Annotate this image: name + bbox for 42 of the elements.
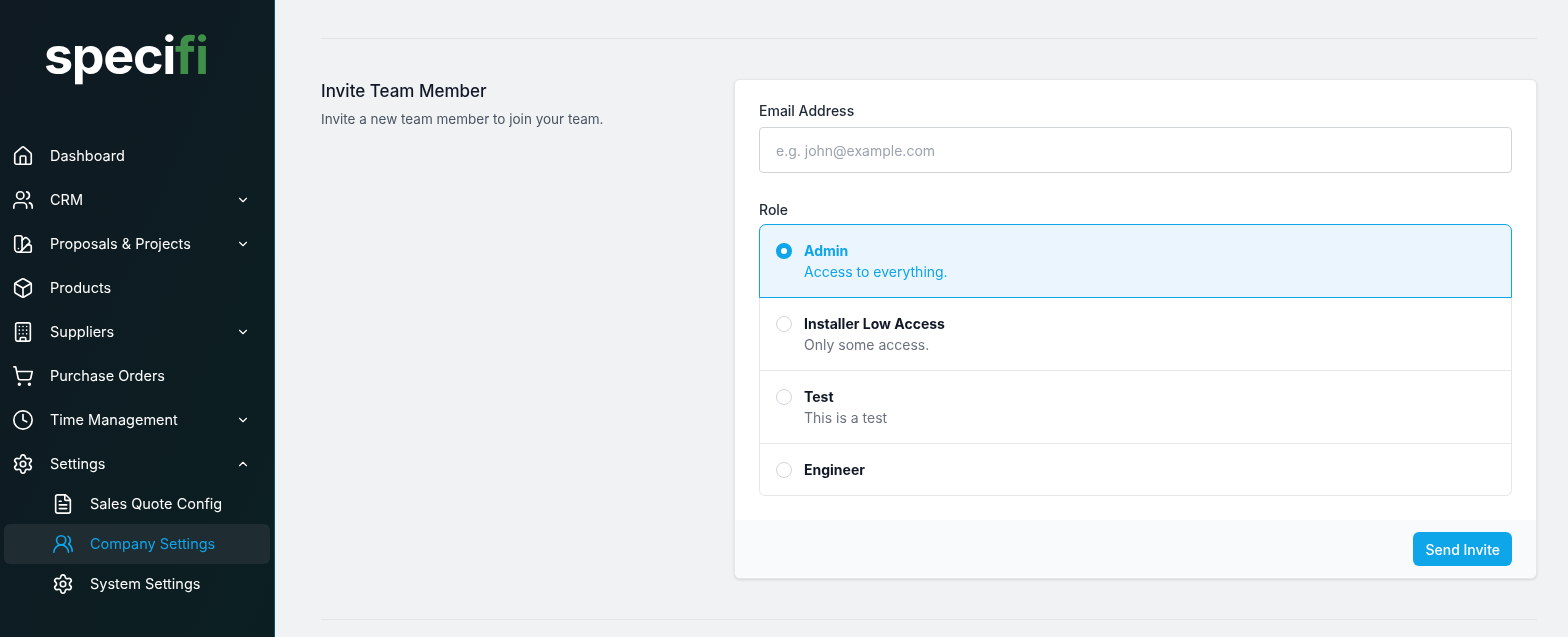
field-label: Role [759, 200, 790, 220]
radio-button[interactable] [776, 462, 792, 478]
sidebar-item[interactable]: Settings [0, 444, 274, 484]
email-input[interactable]: e.g. john@example.com [759, 127, 1512, 173]
people-icon [52, 533, 74, 555]
role-option[interactable]: Installer Low Access Only some access. [760, 297, 1511, 370]
sidebar-item[interactable]: Dashboard [0, 136, 274, 176]
home-icon [12, 145, 34, 167]
sidebar-subitem[interactable]: Company Settings [4, 524, 270, 564]
role-name: Installer Low Access [804, 314, 945, 334]
building-icon [12, 321, 34, 343]
role-option[interactable]: Engineer [760, 443, 1511, 495]
section-title: Invite Team Member [321, 80, 488, 103]
section-description: Invite a new team member to join your team. [321, 109, 605, 129]
cart-icon [12, 365, 34, 387]
people-icon [12, 189, 34, 211]
sidebar-item[interactable]: Purchase Orders [0, 356, 274, 396]
role-option[interactable]: Test This is a test [760, 370, 1511, 443]
sidebar-item[interactable]: Products [0, 268, 274, 308]
cube-icon [12, 277, 34, 299]
sidebar-item[interactable]: Proposals & Projects [0, 224, 274, 264]
swatch-icon [12, 233, 34, 255]
sidebar-item[interactable]: CRM [0, 180, 274, 220]
field-label: Email Address [759, 101, 856, 121]
role-name: Test [804, 387, 835, 407]
sidebar-subitem[interactable]: System Settings [4, 564, 270, 604]
settings-icon [12, 453, 34, 475]
sidebar-item[interactable]: Time Management [0, 400, 274, 440]
sidebar-item[interactable]: Suppliers [0, 312, 274, 352]
sidebar-subitem[interactable]: Sales Quote Config [4, 484, 270, 524]
role-description: This is a test [804, 408, 888, 428]
radio-button[interactable] [776, 389, 792, 405]
role-name: Engineer [804, 460, 865, 480]
role-name: Admin [804, 241, 850, 261]
radio-button[interactable] [776, 316, 792, 332]
role-description: Access to everything. [804, 262, 948, 282]
radio-button[interactable] [776, 243, 792, 259]
role-description: Only some access. [804, 335, 931, 355]
logo: specifi [44, 30, 209, 89]
clock-icon [12, 409, 34, 431]
document-icon [52, 493, 74, 515]
settings-icon [52, 573, 74, 595]
